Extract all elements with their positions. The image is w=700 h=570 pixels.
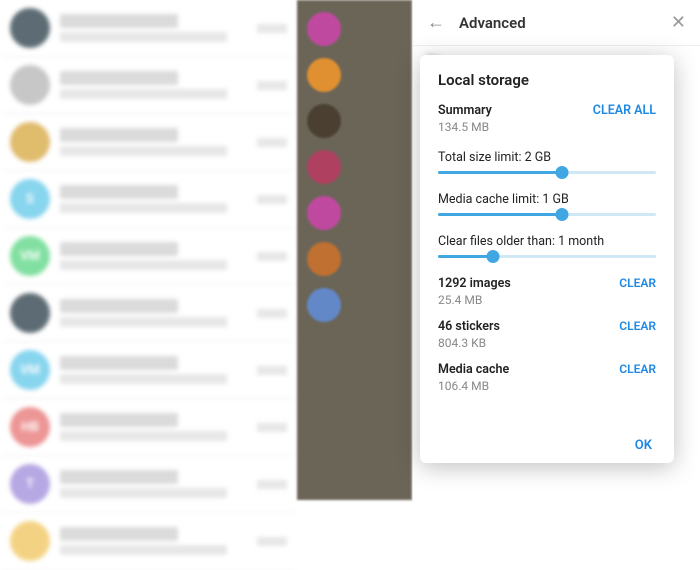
slider-thumb[interactable] — [556, 208, 569, 221]
avatar — [10, 8, 50, 48]
clear-older-slider-group: Clear files older than: 1 month — [438, 234, 656, 258]
avatar: HB — [10, 407, 50, 447]
avatar: T — [10, 464, 50, 504]
chat-item[interactable]: VM — [0, 228, 297, 285]
total-size-slider-group: Total size limit: 2 GB — [438, 150, 656, 174]
avatar — [10, 65, 50, 105]
slider-thumb[interactable] — [486, 250, 499, 263]
chat-item[interactable] — [0, 57, 297, 114]
clear-all-button[interactable]: CLEAR ALL — [593, 103, 656, 118]
summary-label: Summary — [438, 103, 492, 118]
file-label: 1292 images — [438, 276, 511, 291]
slider-fill — [438, 255, 493, 258]
slider-track[interactable] — [438, 213, 656, 216]
avatar — [307, 242, 341, 276]
summary-row: Summary 134.5 MB CLEAR ALL — [438, 103, 656, 134]
avatar — [10, 521, 50, 561]
slider-label: Total size limit: 2 GB — [438, 150, 656, 165]
chat-item[interactable] — [0, 0, 297, 57]
avatar — [307, 12, 341, 46]
avatar — [307, 150, 341, 184]
chat-item[interactable] — [0, 114, 297, 171]
slider-label: Media cache limit: 1 GB — [438, 192, 656, 207]
file-label: 46 stickers — [438, 319, 500, 334]
chat-item[interactable]: HB — [0, 399, 297, 456]
summary-size: 134.5 MB — [438, 120, 492, 134]
chat-item[interactable]: T — [0, 456, 297, 513]
clear-button[interactable]: CLEAR — [619, 362, 656, 376]
clear-button[interactable]: CLEAR — [619, 276, 656, 290]
chat-item[interactable]: VM — [0, 342, 297, 399]
slider-fill — [438, 213, 562, 216]
chat-item[interactable]: S — [0, 171, 297, 228]
message-column — [297, 0, 412, 500]
avatar — [307, 196, 341, 230]
modal-footer: OK — [438, 434, 656, 453]
slider-label: Clear files older than: 1 month — [438, 234, 656, 249]
avatar — [307, 104, 341, 138]
local-storage-modal: Local storage Summary 134.5 MB CLEAR ALL… — [420, 55, 674, 463]
file-size: 25.4 MB — [438, 293, 511, 307]
settings-header: ← Advanced ✕ — [413, 0, 700, 46]
back-icon[interactable]: ← — [427, 12, 445, 33]
avatar: VM — [10, 350, 50, 390]
avatar: VM — [10, 236, 50, 276]
file-label: Media cache — [438, 362, 509, 377]
settings-title: Advanced — [459, 14, 671, 32]
slider-track[interactable] — [438, 255, 656, 258]
file-row: Media cache 106.4 MB CLEAR — [438, 362, 656, 393]
slider-thumb[interactable] — [556, 166, 569, 179]
avatar — [307, 58, 341, 92]
file-size: 106.4 MB — [438, 379, 509, 393]
chat-item[interactable] — [0, 285, 297, 342]
ok-button[interactable]: OK — [631, 432, 656, 459]
slider-fill — [438, 171, 562, 174]
slider-track[interactable] — [438, 171, 656, 174]
chat-list: SVMVMHBT — [0, 0, 297, 500]
avatar — [10, 293, 50, 333]
media-cache-slider-group: Media cache limit: 1 GB — [438, 192, 656, 216]
modal-title: Local storage — [438, 71, 656, 89]
file-row: 46 stickers 804.3 KB CLEAR — [438, 319, 656, 350]
avatar: S — [10, 179, 50, 219]
close-icon[interactable]: ✕ — [671, 12, 686, 33]
avatar — [10, 122, 50, 162]
avatar — [307, 288, 341, 322]
file-size: 804.3 KB — [438, 336, 500, 350]
chat-item[interactable] — [0, 513, 297, 570]
file-row: 1292 images 25.4 MB CLEAR — [438, 276, 656, 307]
clear-button[interactable]: CLEAR — [619, 319, 656, 333]
